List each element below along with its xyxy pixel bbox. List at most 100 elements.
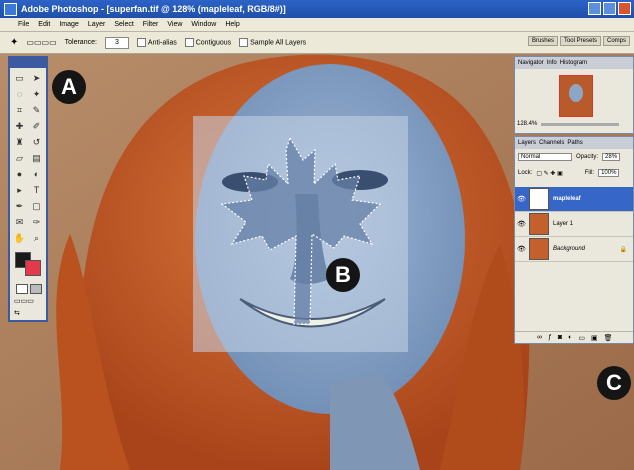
contiguous-label: Contiguous [195, 39, 232, 47]
path-select-icon[interactable]: ▸ [13, 184, 26, 197]
layer-name: Background [553, 246, 586, 252]
menu-view[interactable]: View [167, 21, 182, 28]
quick-mask-icon[interactable] [30, 284, 42, 294]
layer-row-background[interactable]: 👁 Background 🔒 [515, 237, 633, 262]
dodge-tool-icon[interactable]: ◐ [30, 168, 43, 181]
move-tool-icon[interactable]: ➤ [30, 72, 43, 85]
eye-icon[interactable]: 👁 [517, 195, 526, 203]
marquee-tool-icon[interactable]: ▭ [13, 72, 26, 85]
opacity-input[interactable]: 28% [602, 153, 621, 161]
healing-brush-icon[interactable]: ✚ [13, 120, 26, 133]
menu-window[interactable]: Window [191, 21, 216, 28]
toolbox: ▭ ➤ ◌ ✦ ⌗ ✎ ✚ ✐ ♜ ↺ ▱ ▤ ● ◐ ▸ T ✒ ▢ ✉ ✑ … [8, 56, 48, 322]
magic-wand-tool-icon[interactable]: ✦ [30, 88, 43, 101]
hand-tool-icon[interactable]: ✋ [13, 232, 26, 245]
eye-icon[interactable]: 👁 [517, 245, 526, 253]
tab-channels[interactable]: Channels [539, 140, 564, 146]
gradient-tool-icon[interactable]: ▤ [30, 152, 43, 165]
tab-brushes[interactable]: Brushes [527, 36, 558, 46]
menu-filter[interactable]: Filter [143, 21, 159, 28]
navigator-zoom[interactable]: 128.4% [517, 121, 537, 127]
layer-row-mapleleaf[interactable]: 👁 mapleleaf [515, 187, 633, 212]
lock-label: Lock: [518, 170, 533, 176]
tab-histogram[interactable]: Histogram [560, 60, 587, 66]
jump-to-imageready-icon[interactable]: ⇆ [14, 310, 44, 318]
tab-info[interactable]: Info [547, 60, 557, 66]
type-tool-icon[interactable]: T [30, 184, 43, 197]
history-brush-icon[interactable]: ↺ [30, 136, 43, 149]
lasso-tool-icon[interactable]: ◌ [13, 88, 26, 101]
pen-tool-icon[interactable]: ✒ [13, 200, 26, 213]
callout-b: B [326, 258, 360, 292]
layer-row-layer1[interactable]: 👁 Layer 1 [515, 212, 633, 237]
photoshop-icon [4, 2, 17, 16]
toolbox-header [10, 58, 46, 68]
layers-panel: Layers Channels Paths Normal Opacity: 28… [514, 136, 634, 344]
contiguous-checkbox[interactable] [184, 38, 194, 47]
layer-thumbnail [529, 213, 549, 235]
layer-name: mapleleaf [553, 196, 581, 202]
close-button[interactable] [618, 2, 631, 15]
menu-file[interactable]: File [18, 21, 29, 28]
navigator-thumbnail[interactable] [559, 75, 593, 117]
menu-layer[interactable]: Layer [88, 21, 106, 28]
opacity-label: Opacity: [576, 154, 599, 160]
link-icon[interactable]: ∞ [537, 334, 542, 341]
notes-tool-icon[interactable]: ✉ [13, 216, 26, 229]
adjustment-layer-icon[interactable]: ◐ [568, 334, 572, 341]
add-mask-icon[interactable]: ◙ [558, 334, 562, 341]
minimize-button[interactable] [588, 2, 601, 15]
eraser-tool-icon[interactable]: ▱ [13, 152, 26, 165]
lock-icon: 🔒 [619, 246, 627, 253]
maximize-button[interactable] [603, 2, 616, 15]
menu-select[interactable]: Select [114, 21, 133, 28]
tab-comps[interactable]: Comps [602, 36, 630, 46]
selection-mode-icons[interactable]: ▭▭▭▭ [26, 38, 56, 47]
slice-tool-icon[interactable]: ✎ [30, 104, 43, 117]
sample-all-label: Sample All Layers [250, 39, 307, 47]
standard-mode-icon[interactable] [16, 284, 28, 294]
trash-icon[interactable]: 🗑 [604, 334, 613, 342]
zoom-tool-icon[interactable]: ⌕ [30, 232, 43, 245]
tolerance-label: Tolerance: [64, 39, 97, 46]
menu-image[interactable]: Image [59, 21, 78, 28]
options-bar: ✦ ▭▭▭▭ Tolerance: 3 Anti-alias Contiguou… [0, 32, 634, 54]
tolerance-input[interactable]: 3 [104, 36, 129, 49]
callout-c: C [597, 366, 631, 400]
eyedropper-tool-icon[interactable]: ✑ [30, 216, 43, 229]
background-color-swatch[interactable] [25, 260, 41, 276]
layer-style-icon[interactable]: ƒ [548, 334, 552, 341]
tab-paths[interactable]: Paths [567, 140, 582, 146]
fill-input[interactable]: 100% [598, 169, 620, 177]
anti-alias-checkbox[interactable] [136, 38, 146, 47]
clone-stamp-icon[interactable]: ♜ [13, 136, 26, 149]
layer-thumbnail [529, 188, 549, 210]
fill-label: Fill: [584, 170, 595, 176]
screen-mode-icons[interactable]: ▭▭▭ [14, 298, 44, 306]
layers-footer: ∞ ƒ ◙ ◐ ▭ ▣ 🗑 [515, 331, 633, 343]
sample-all-checkbox[interactable] [239, 38, 249, 47]
menu-help[interactable]: Help [225, 21, 239, 28]
lock-icons[interactable]: ▢ ✎ ✚ ▣ [536, 170, 562, 177]
shape-tool-icon[interactable]: ▢ [30, 200, 43, 213]
blend-mode-select[interactable]: Normal [518, 153, 572, 161]
new-layer-icon[interactable]: ▣ [591, 334, 598, 342]
title-bar: Adobe Photoshop - [superfan.tif @ 128% (… [0, 0, 634, 18]
anti-alias-label: Anti-alias [147, 39, 177, 47]
navigator-panel: Navigator Info Histogram 128.4% [514, 56, 634, 134]
magic-wand-icon[interactable]: ✦ [10, 37, 18, 48]
navigator-zoom-slider[interactable] [541, 123, 619, 126]
menu-edit[interactable]: Edit [38, 21, 50, 28]
menu-bar: File Edit Image Layer Select Filter View… [0, 18, 634, 32]
tab-navigator[interactable]: Navigator [518, 60, 544, 66]
callout-a: A [52, 70, 86, 104]
window-title: Adobe Photoshop - [superfan.tif @ 128% (… [21, 4, 286, 14]
layer-name: Layer 1 [553, 221, 574, 227]
tab-layers[interactable]: Layers [518, 140, 536, 146]
crop-tool-icon[interactable]: ⌗ [13, 104, 26, 117]
tab-tool-presets[interactable]: Tool Presets [559, 36, 601, 46]
brush-tool-icon[interactable]: ✐ [30, 120, 43, 133]
blur-tool-icon[interactable]: ● [13, 168, 26, 181]
eye-icon[interactable]: 👁 [517, 220, 526, 228]
new-group-icon[interactable]: ▭ [578, 334, 585, 342]
